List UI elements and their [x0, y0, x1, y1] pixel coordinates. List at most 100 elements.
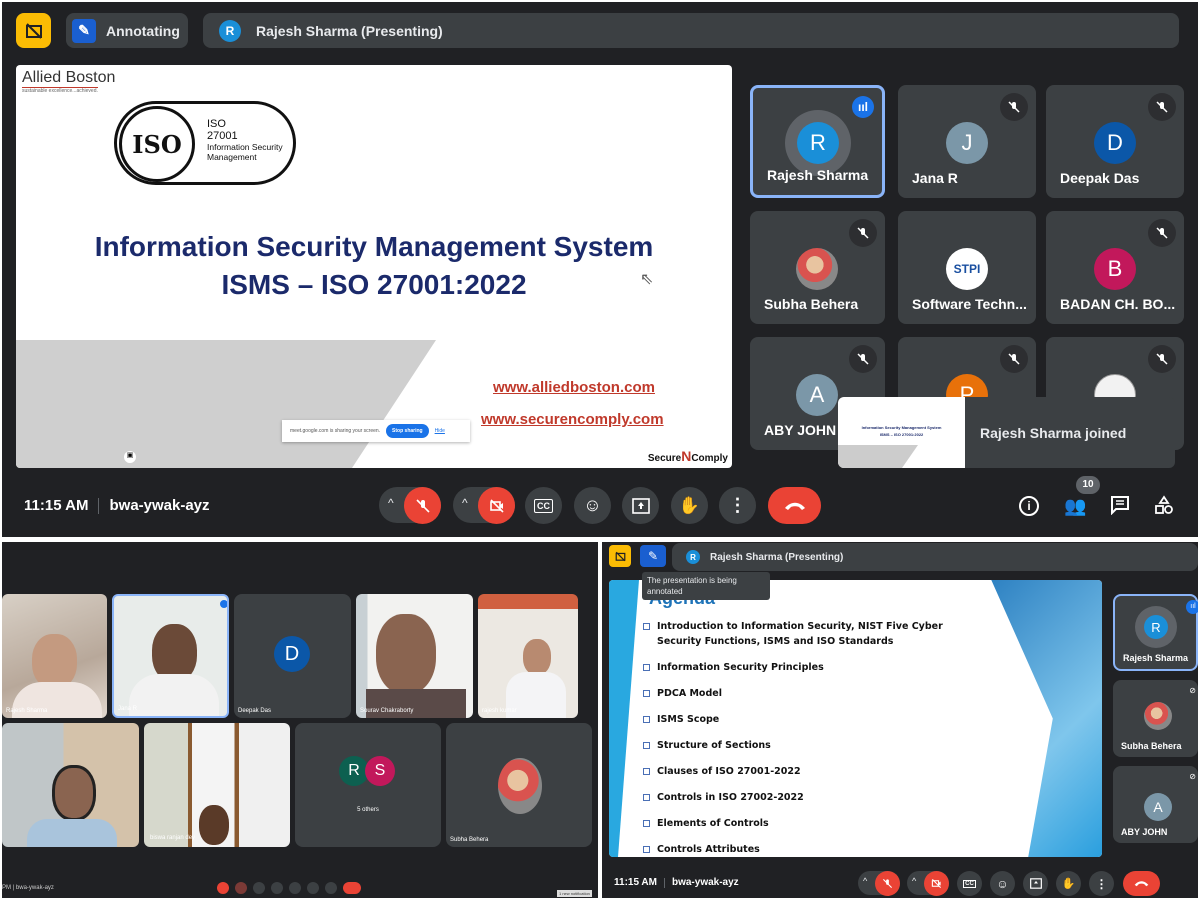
brand-tagline: sustainable excellence...achieved. [22, 87, 98, 94]
iso-badge: ISO ISO 27001 Information Security Manag… [114, 101, 296, 185]
participant-avatar: S [365, 756, 395, 786]
mini-controls [217, 882, 361, 894]
participant-tile[interactable]: Subha Behera [750, 211, 885, 324]
video-tile[interactable]: Rajesh Sharma [2, 594, 107, 718]
participant-name: rajesh kumar [482, 708, 517, 714]
participant-name: ABY JOHN [764, 422, 837, 438]
participant-name: BADAN CH. BO... [1060, 296, 1176, 312]
participant-tile[interactable]: ııl R Rajesh Sharma [1113, 594, 1198, 671]
slide-camera-icon: ▣ [124, 451, 136, 463]
video-tile[interactable]: rajesh kumar [478, 594, 578, 718]
video-tile[interactable]: Subha Behera [446, 723, 592, 847]
agenda-item: Controls Attributes [643, 842, 973, 857]
leave-call-button[interactable] [343, 882, 361, 894]
more-options-button[interactable]: ⋮ [1089, 871, 1114, 896]
agenda-item: ISMS Scope [643, 712, 973, 727]
video-tile[interactable]: D Deepak Das [234, 594, 351, 718]
toast-thumbnail: Information Security Management System I… [838, 397, 965, 468]
camera-toggle-button[interactable] [924, 871, 949, 896]
present-now-button[interactable] [622, 487, 659, 524]
mic-off-icon [849, 219, 877, 247]
participant-tile[interactable]: STPI Software Techn... [898, 211, 1036, 324]
mic-toggle-button[interactable] [875, 871, 900, 896]
agenda-item: Controls in ISO 27002-2022 [643, 790, 973, 805]
participant-tile[interactable]: ⊘ Subha Behera [1113, 680, 1198, 757]
captions-button[interactable]: CC [957, 871, 982, 896]
camera-off-icon [931, 878, 942, 889]
leave-call-button[interactable] [1123, 871, 1160, 896]
video-tile[interactable]: Sourav Chakraborty [356, 594, 473, 718]
camera-toggle-button[interactable] [478, 487, 515, 524]
meeting-code: bwa-ywak-ayz [109, 497, 210, 514]
annotating-button[interactable]: ✎ Annotating [66, 13, 188, 48]
stpi-logo: STPI [946, 248, 988, 290]
iso-text: ISO [207, 118, 226, 130]
leave-call-button[interactable] [768, 487, 821, 524]
stop-sharing-button[interactable]: Stop sharing [386, 424, 429, 438]
annotate-icon: ✎ [72, 18, 96, 43]
participant-tile[interactable]: ⊘ A ABY JOHN [1113, 766, 1198, 843]
more-options-button[interactable]: ⋮ [719, 487, 756, 524]
captions-button[interactable] [253, 882, 265, 894]
slide-link-securencomply[interactable]: www.securencomply.com [481, 411, 664, 428]
participant-tile[interactable]: B BADAN CH. BO... [1046, 211, 1184, 324]
participant-avatar: R [797, 122, 839, 164]
emoji-icon: ☺ [996, 876, 1009, 891]
reactions-button[interactable]: ☺ [990, 871, 1015, 896]
mic-off-icon [1148, 345, 1176, 373]
raise-hand-button[interactable]: ✋ [1056, 871, 1081, 896]
mic-toggle-button[interactable] [217, 882, 229, 894]
people-button[interactable]: 👥 [1064, 496, 1086, 517]
participant-avatar: J [946, 122, 988, 164]
video-tile[interactable] [2, 723, 139, 847]
presentation-controls-button[interactable] [609, 545, 631, 567]
slide-link-alliedboston[interactable]: www.alliedboston.com [493, 379, 655, 396]
notification-tooltip: 1 new notification [557, 890, 592, 897]
hide-presentation-icon [615, 551, 625, 561]
annotating-label: Annotating [106, 22, 180, 39]
participant-tile[interactable]: D Deepak Das [1046, 85, 1184, 198]
speaking-indicator-icon: ııl [852, 96, 874, 118]
participant-photo [796, 248, 838, 290]
camera-toggle-button[interactable] [235, 882, 247, 894]
present-now-button[interactable] [1023, 871, 1048, 896]
presenter-avatar: R [686, 550, 700, 564]
participant-tile[interactable]: ııl R Rajesh Sharma [750, 85, 885, 198]
raise-hand-button[interactable] [307, 882, 319, 894]
meeting-details-button[interactable]: i [1019, 496, 1039, 516]
annotate-button[interactable]: ✎ [640, 545, 666, 567]
participant-photo [498, 758, 542, 814]
captions-button[interactable]: CC [525, 487, 562, 524]
participant-avatar: A [1144, 793, 1172, 821]
present-icon [631, 497, 650, 514]
more-options-button[interactable] [325, 882, 337, 894]
hide-share-bar-button[interactable]: Hide [435, 428, 445, 434]
reactions-button[interactable] [271, 882, 283, 894]
reactions-button[interactable]: ☺ [574, 487, 611, 524]
meeting-info: 11:15 AM bwa-ywak-ayz [24, 497, 210, 514]
participant-name: Subha Behera [1121, 741, 1182, 751]
mic-toggle-button[interactable] [404, 487, 441, 524]
presentation-controls-button[interactable] [16, 13, 51, 48]
video-tile-others[interactable]: R S 5 others [295, 723, 441, 847]
slide-gray-band [16, 340, 436, 468]
participant-name: ABY JOHN [1121, 827, 1168, 837]
activities-button[interactable] [1154, 495, 1174, 520]
agenda-item: Introduction to Information Security, NI… [643, 619, 973, 649]
hang-up-icon [1134, 881, 1149, 887]
participant-name: Software Techn... [912, 296, 1027, 312]
agenda-item: Structure of Sections [643, 738, 973, 753]
agenda-item: PDCA Model [643, 686, 973, 701]
raise-hand-button[interactable]: ✋ [671, 487, 708, 524]
slide-title-line2: ISMS – ISO 27001:2022 [221, 269, 527, 300]
video-tile[interactable]: Jana R [112, 594, 229, 718]
participant-name: Subha Behera [764, 296, 859, 312]
captions-icon: CC [963, 879, 976, 888]
participant-avatar: A [796, 374, 838, 416]
video-tile[interactable]: biswa ranjan dey [144, 723, 290, 847]
present-now-button[interactable] [289, 882, 301, 894]
iso-number: 27001 [207, 130, 238, 142]
participant-tile[interactable]: J Jana R [898, 85, 1036, 198]
chat-button[interactable] [1110, 495, 1130, 520]
presenter-label: Rajesh Sharma (Presenting) [256, 22, 443, 39]
